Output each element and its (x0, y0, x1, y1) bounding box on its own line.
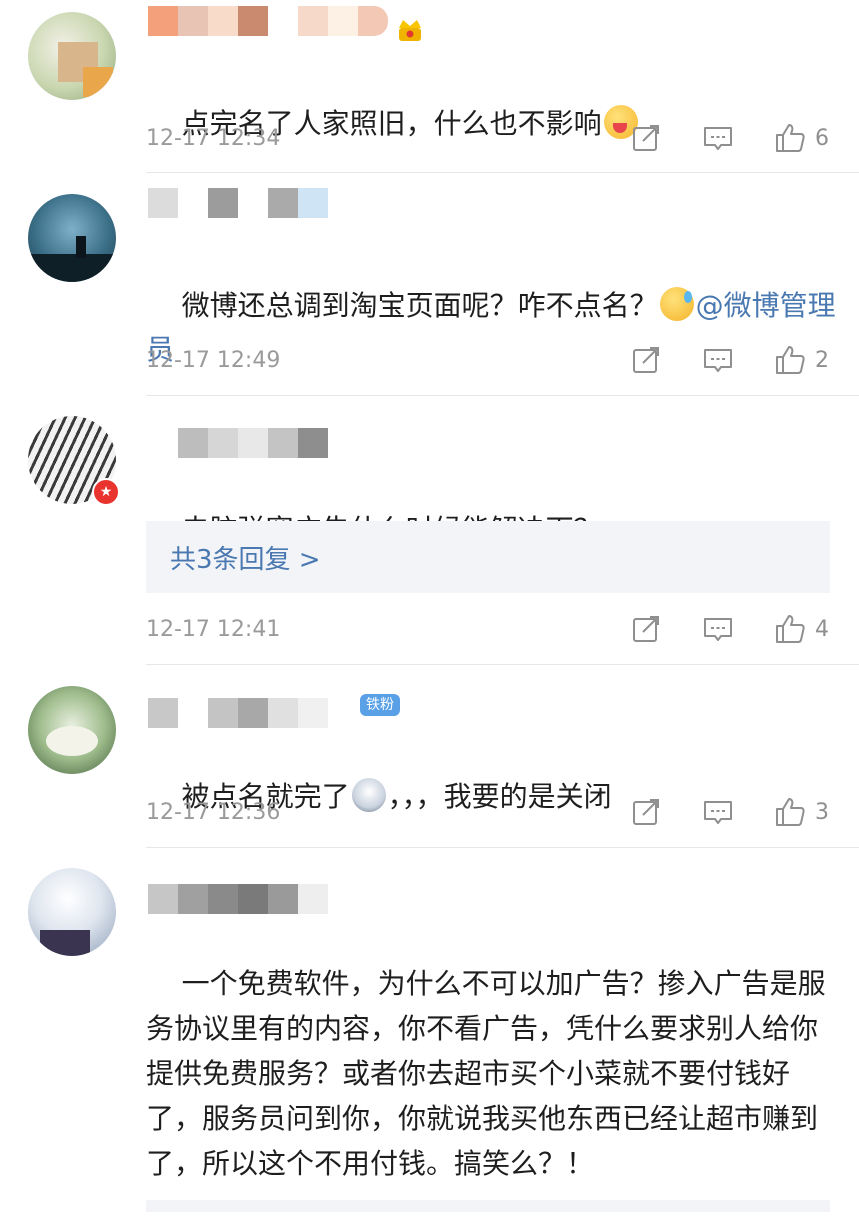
comment-text: 微博还总调到淘宝页面呢？咋不点名？ @微博管理员 (146, 287, 836, 366)
timestamp: 12-17 12:49 (146, 347, 281, 373)
reply-box-partial (146, 1200, 830, 1212)
thumbs-up-icon (773, 795, 807, 829)
share-icon (629, 121, 663, 155)
username-pixelated[interactable] (148, 428, 328, 458)
comment-meta: 12-17 12:49 2 (146, 342, 829, 378)
comment-icon (701, 612, 735, 646)
comment-icon (701, 343, 735, 377)
comment-button[interactable] (701, 343, 735, 377)
like-count: 3 (815, 799, 829, 825)
like-button[interactable]: 6 (773, 121, 829, 155)
like-count: 2 (815, 347, 829, 373)
avatar[interactable] (28, 12, 116, 100)
verified-badge-icon: ★ (92, 478, 120, 506)
like-button[interactable]: 4 (773, 612, 829, 646)
comment-icon (701, 795, 735, 829)
crown-icon (399, 20, 421, 41)
timestamp: 12-17 12:34 (146, 125, 281, 151)
thumbs-up-icon (773, 121, 807, 155)
username-pixelated[interactable] (148, 884, 328, 914)
fan-badge: 铁粉 (360, 694, 400, 716)
share-button[interactable] (629, 612, 663, 646)
comment-meta: 12-17 12:36 3 (146, 794, 829, 830)
like-count: 6 (815, 125, 829, 151)
divider (146, 395, 859, 396)
avatar[interactable] (28, 686, 116, 774)
share-button[interactable] (629, 343, 663, 377)
replies-link-label: 共3条回复 > (170, 544, 321, 575)
share-icon (629, 343, 663, 377)
comment-button[interactable] (701, 795, 735, 829)
comment-text: 一个免费软件，为什么不可以加广告？掺入广告是服务协议里有的内容，你不看广告，凭什… (146, 967, 826, 1180)
like-button[interactable]: 3 (773, 795, 829, 829)
comment-meta: 12-17 12:41 4 (146, 611, 829, 647)
divider (146, 847, 859, 848)
username-pixelated[interactable] (148, 698, 328, 728)
share-icon (629, 612, 663, 646)
timestamp: 12-17 12:36 (146, 799, 281, 825)
timestamp: 12-17 12:41 (146, 616, 281, 642)
thumbs-up-icon (773, 612, 807, 646)
replies-link[interactable]: 共3条回复 > (146, 521, 830, 593)
username-pixelated[interactable] (148, 188, 328, 218)
divider (146, 664, 859, 665)
thumbs-up-icon (773, 343, 807, 377)
like-count: 4 (815, 616, 829, 642)
share-icon (629, 795, 663, 829)
comment-meta: 12-17 12:34 6 (146, 120, 829, 156)
sweat-emoji-icon (659, 287, 694, 321)
comment-button[interactable] (701, 121, 735, 155)
avatar[interactable] (28, 868, 116, 956)
divider (146, 172, 859, 173)
like-button[interactable]: 2 (773, 343, 829, 377)
username-pixelated[interactable] (148, 6, 388, 36)
comment-button[interactable] (701, 612, 735, 646)
share-button[interactable] (629, 121, 663, 155)
comment-icon (701, 121, 735, 155)
avatar[interactable] (28, 194, 116, 282)
share-button[interactable] (629, 795, 663, 829)
